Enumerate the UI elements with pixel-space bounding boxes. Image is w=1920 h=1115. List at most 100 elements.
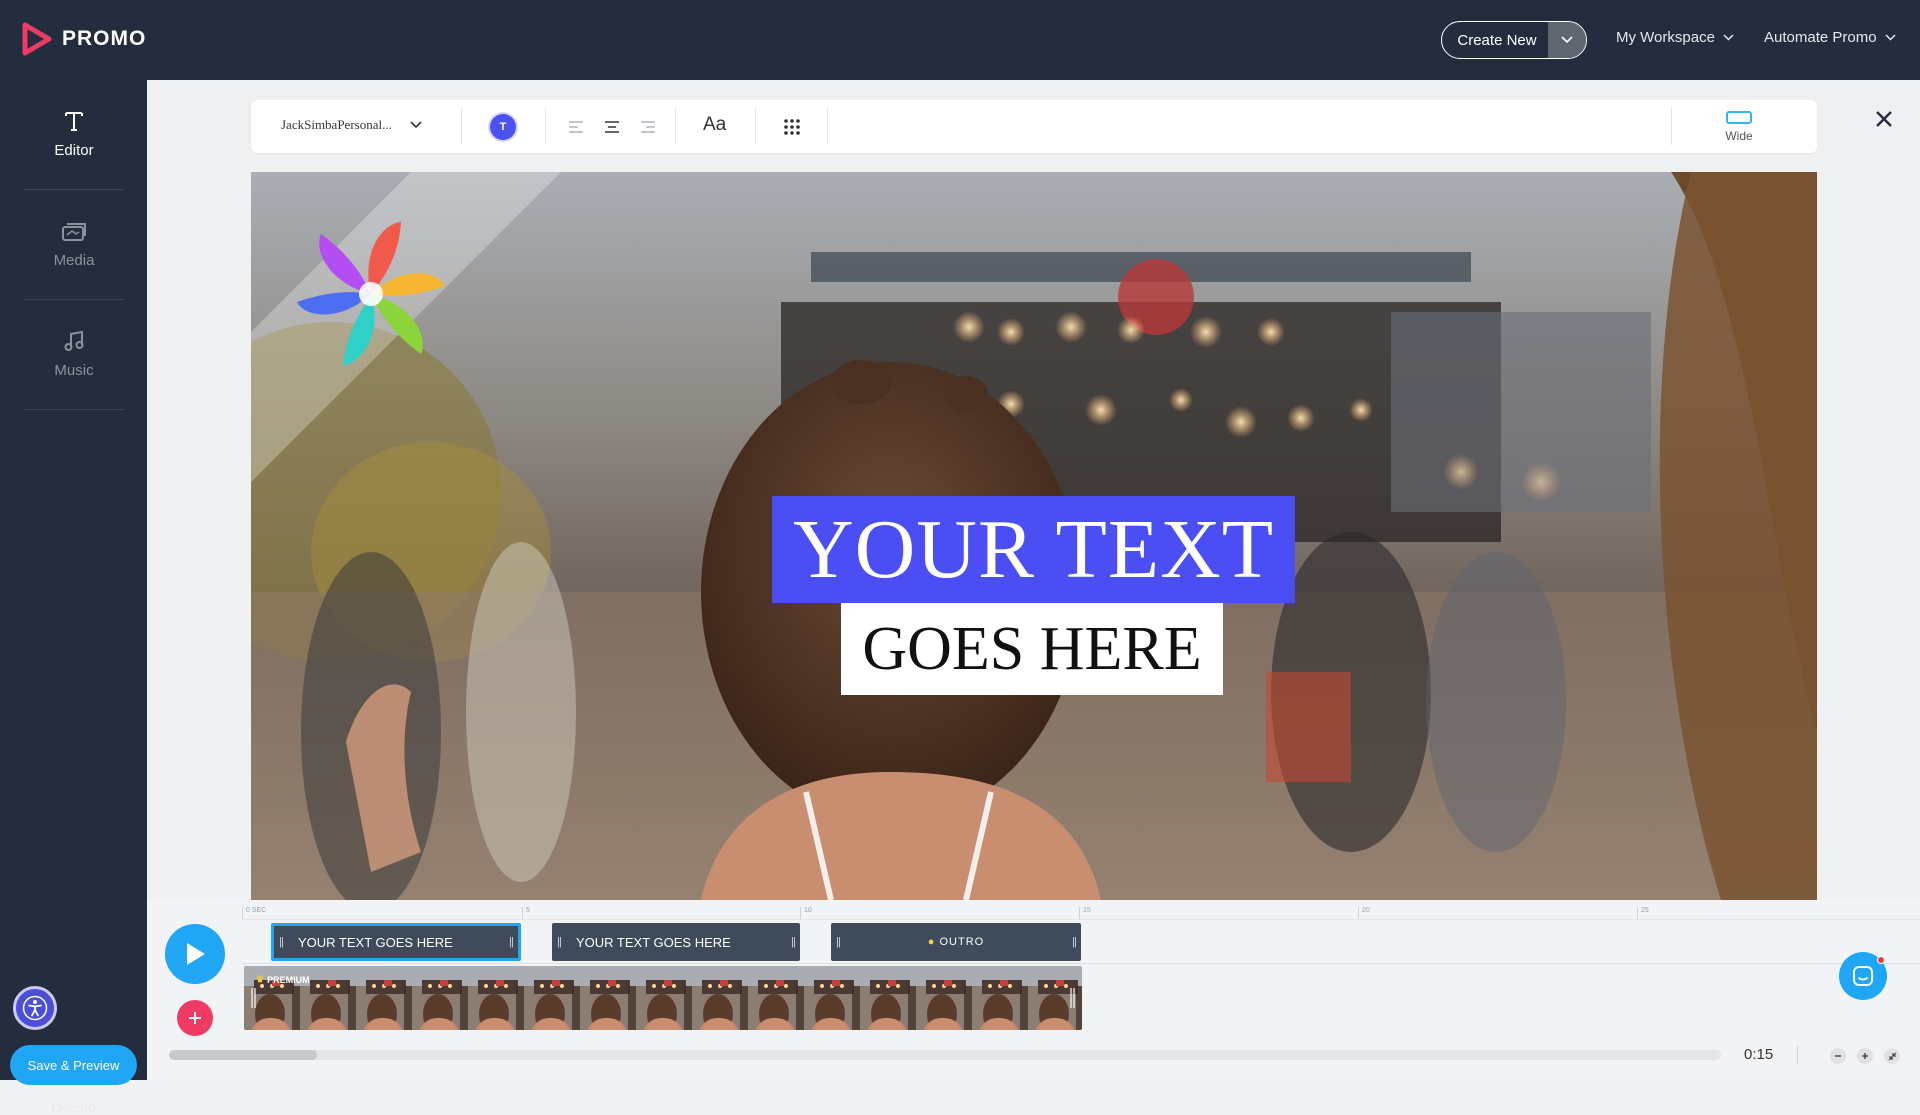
- minus-icon: [1835, 1055, 1841, 1057]
- toolbar-divider: [1671, 108, 1672, 145]
- clip-handle-right[interactable]: ||: [1067, 923, 1081, 961]
- clip-handle-left[interactable]: ||: [552, 923, 566, 961]
- layout-grid-button[interactable]: [781, 116, 803, 138]
- wide-ratio-icon: [1726, 111, 1752, 124]
- text-toolbar: JackSimbaPersonal... T Aa Wide: [251, 100, 1817, 153]
- clip-handle-right[interactable]: ||: [786, 923, 800, 961]
- create-new-label: Create New: [1457, 31, 1537, 49]
- close-editor-button[interactable]: [1873, 108, 1895, 130]
- ruler-tick: 15: [1079, 907, 1091, 919]
- automate-promo-menu[interactable]: Automate Promo: [1764, 29, 1896, 46]
- discard-link[interactable]: Discard: [0, 1100, 147, 1115]
- plus-icon: [1862, 1053, 1868, 1059]
- clip-label: OUTRO: [939, 936, 985, 948]
- my-workspace-menu[interactable]: My Workspace: [1616, 29, 1734, 46]
- ruler-tick: 0 SEC: [242, 907, 266, 919]
- play-icon: [187, 943, 205, 965]
- save-preview-button[interactable]: Save & Preview: [10, 1045, 137, 1085]
- toolbar-divider: [675, 108, 676, 145]
- editor-main: JackSimbaPersonal... T Aa Wide YOUR TEXT…: [147, 80, 1920, 1080]
- clip-handle-right[interactable]: ||: [504, 926, 518, 958]
- chevron-down-icon: [1885, 34, 1896, 41]
- notification-dot: [1877, 956, 1885, 964]
- sidebar-item-editor[interactable]: Editor: [24, 80, 124, 190]
- sidebar-item-label: Editor: [54, 142, 94, 159]
- align-left-button[interactable]: [565, 116, 587, 138]
- collapse-arrows-icon: [1888, 1052, 1896, 1060]
- zoom-in-button[interactable]: [1857, 1048, 1873, 1064]
- promo-logo[interactable]: PROMO: [22, 22, 146, 56]
- clip-label: YOUR TEXT GOES HERE: [298, 934, 453, 950]
- promo-logo-icon: [22, 22, 52, 56]
- align-right-button[interactable]: [637, 116, 659, 138]
- plus-icon: [189, 1012, 201, 1024]
- align-center-icon: [605, 121, 619, 133]
- chevron-down-icon[interactable]: [1548, 22, 1586, 58]
- music-note-icon: [64, 330, 84, 351]
- video-preview[interactable]: YOUR TEXT GOES HERE: [251, 172, 1817, 900]
- text-case-button[interactable]: Aa: [703, 114, 726, 136]
- chevron-down-icon: [1723, 34, 1734, 41]
- add-scene-button[interactable]: [177, 1000, 213, 1036]
- chat-icon: [1853, 966, 1873, 986]
- sidebar-item-media[interactable]: Media: [24, 190, 124, 300]
- create-new-button[interactable]: Create New: [1441, 21, 1587, 59]
- video-track[interactable]: ♛ PREMIUM: [244, 966, 1082, 1030]
- my-workspace-label: My Workspace: [1616, 29, 1715, 46]
- timeline-scroll-thumb[interactable]: [169, 1050, 317, 1060]
- sidebar-item-music[interactable]: Music: [24, 300, 124, 410]
- headline-text-line-2[interactable]: GOES HERE: [841, 603, 1223, 695]
- aspect-ratio-button[interactable]: Wide: [1704, 108, 1774, 143]
- ruler-tick: 5: [522, 907, 530, 919]
- toolbar-divider: [755, 108, 756, 145]
- timeline-clip[interactable]: || ● OUTRO ||: [831, 923, 1081, 961]
- ruler-tick: 25: [1637, 907, 1649, 919]
- zoom-out-button[interactable]: [1830, 1048, 1846, 1064]
- toolbar-divider: [461, 108, 462, 145]
- aspect-label: Wide: [1725, 129, 1753, 143]
- timeline-clip[interactable]: || YOUR TEXT GOES HERE ||: [552, 923, 800, 961]
- fit-timeline-button[interactable]: [1884, 1048, 1900, 1064]
- grid-dots-icon: [784, 119, 800, 135]
- sidebar-item-label: Media: [53, 252, 95, 269]
- text-color-picker[interactable]: T: [490, 114, 516, 140]
- align-left-icon: [569, 121, 583, 133]
- timeline-ruler: 0 SEC 5 10 15 20 25: [242, 900, 1920, 920]
- automate-promo-label: Automate Promo: [1764, 29, 1877, 46]
- app-name: PROMO: [62, 27, 147, 50]
- timeline: 0 SEC 5 10 15 20 25 || YOUR TEXT GOES HE…: [147, 900, 1920, 1080]
- clip-label-wrap: ● OUTRO: [845, 936, 1067, 948]
- font-name: JackSimbaPersonal...: [281, 117, 392, 132]
- align-center-button[interactable]: [601, 116, 623, 138]
- timeline-scrollbar[interactable]: [169, 1050, 1721, 1060]
- ruler-tick: 20: [1358, 907, 1370, 919]
- crown-icon: ♛: [256, 974, 265, 984]
- media-stack-icon: [62, 223, 86, 241]
- chevron-down-icon: [410, 121, 422, 129]
- ruler-tick: 10: [800, 907, 812, 919]
- timeline-clip[interactable]: || YOUR TEXT GOES HERE ||: [271, 923, 521, 961]
- align-right-icon: [641, 121, 655, 133]
- text-t-icon: [65, 112, 83, 131]
- sidebar-item-label: Music: [54, 362, 94, 379]
- top-bar: PROMO Create New My Workspace Automate P…: [0, 0, 1920, 80]
- font-select[interactable]: JackSimbaPersonal...: [281, 117, 422, 133]
- clip-handle-left[interactable]: ||: [274, 926, 288, 958]
- close-icon: [1876, 111, 1892, 127]
- clip-label: YOUR TEXT GOES HERE: [576, 934, 731, 950]
- toolbar-divider: [827, 108, 828, 145]
- premium-badge: ♛ PREMIUM: [256, 974, 310, 985]
- track-divider: [242, 963, 1920, 964]
- left-sidebar: Editor Media Music Save & Preview Discar…: [0, 80, 147, 1115]
- zoom-divider: [1797, 1046, 1798, 1064]
- outro-dot-icon: ●: [927, 936, 940, 948]
- support-chat-button[interactable]: [1839, 952, 1887, 1000]
- toolbar-divider: [545, 108, 546, 145]
- premium-label: PREMIUM: [267, 974, 310, 985]
- duration-readout: 0:15: [1744, 1046, 1774, 1063]
- video-thumbnails: [244, 966, 1082, 1030]
- accessibility-button[interactable]: [13, 986, 57, 1030]
- clip-handle-left[interactable]: ||: [831, 923, 845, 961]
- play-button[interactable]: [165, 924, 225, 984]
- headline-text-line-1[interactable]: YOUR TEXT: [772, 496, 1295, 603]
